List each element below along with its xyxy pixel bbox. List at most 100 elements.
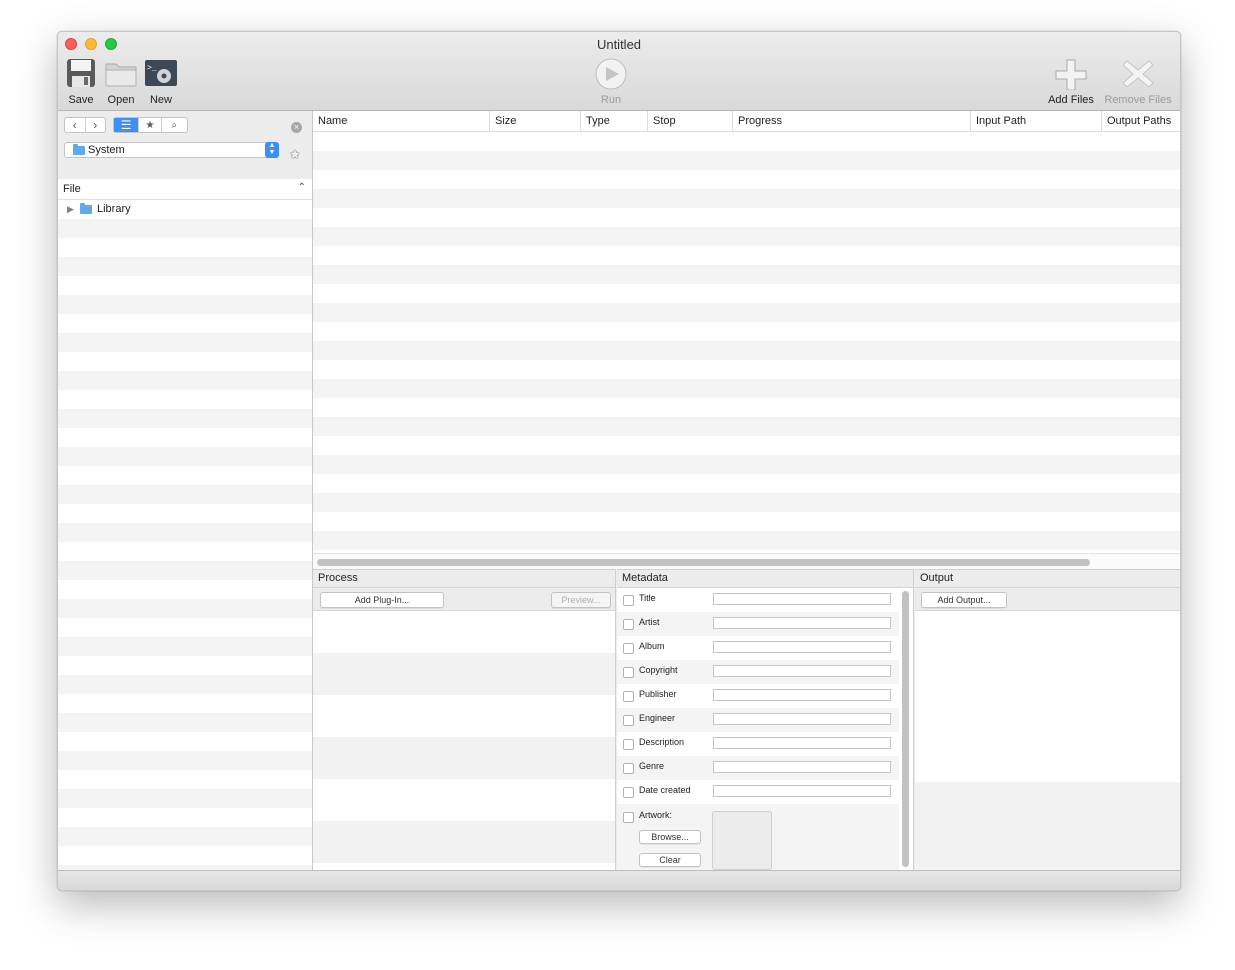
toolbar: Untitled Save Open >_ New Run Add Files … bbox=[58, 32, 1180, 111]
preview-button[interactable]: Preview... bbox=[551, 592, 611, 608]
plus-icon bbox=[1054, 58, 1088, 91]
title-field[interactable] bbox=[713, 593, 891, 605]
engineer-field[interactable] bbox=[713, 713, 891, 725]
publisher-label: Publisher bbox=[639, 689, 677, 699]
browse-button[interactable]: Browse... bbox=[639, 830, 701, 844]
column-header-size[interactable]: Size bbox=[490, 111, 581, 131]
column-header-name[interactable]: Name bbox=[313, 111, 490, 131]
remove-files-label: Remove Files bbox=[1104, 94, 1172, 106]
date-created-checkbox[interactable] bbox=[623, 787, 634, 798]
artist-label: Artist bbox=[639, 617, 660, 627]
new-button[interactable]: >_ New bbox=[144, 58, 178, 106]
add-output-button[interactable]: Add Output... bbox=[921, 592, 1007, 608]
artist-checkbox[interactable] bbox=[623, 619, 634, 630]
copyright-label: Copyright bbox=[639, 665, 678, 675]
metadata-pane: Metadata Title Artist Album Copyright Pu… bbox=[617, 569, 914, 871]
favorites-star-icon[interactable]: ★ bbox=[139, 118, 162, 132]
table-body bbox=[313, 132, 1180, 553]
new-label: New bbox=[149, 94, 172, 106]
run-button[interactable]: Run bbox=[594, 58, 628, 106]
save-button[interactable]: Save bbox=[64, 58, 98, 106]
description-checkbox[interactable] bbox=[623, 739, 634, 750]
file-column-header[interactable]: File ⌃ bbox=[58, 179, 312, 200]
metadata-row-description: Description bbox=[617, 732, 899, 756]
process-title: Process bbox=[313, 570, 615, 588]
metadata-row-album: Album bbox=[617, 636, 899, 660]
x-mark-icon bbox=[1121, 58, 1155, 90]
popup-arrows-icon: ▲ ▼ bbox=[265, 142, 279, 158]
metadata-vertical-scrollbar[interactable] bbox=[902, 591, 909, 867]
list-view-icon[interactable]: ☰ bbox=[114, 118, 140, 132]
metadata-row-engineer: Engineer bbox=[617, 708, 899, 732]
folder-icon bbox=[104, 58, 138, 90]
publisher-checkbox[interactable] bbox=[623, 691, 634, 702]
column-header-output-paths[interactable]: Output Paths bbox=[1102, 111, 1180, 131]
artwork-well[interactable] bbox=[712, 811, 772, 870]
clear-button[interactable]: Clear bbox=[639, 853, 701, 867]
disclosure-triangle-icon[interactable]: ▶ bbox=[67, 200, 74, 219]
history-segmented-control: ‹ › bbox=[64, 117, 106, 133]
engineer-label: Engineer bbox=[639, 713, 676, 723]
play-icon bbox=[594, 58, 628, 90]
metadata-row-title: Title bbox=[617, 588, 899, 612]
view-mode-segmented-control: ☰ ★ ⌕ bbox=[113, 117, 188, 133]
list-item-label: Library bbox=[97, 203, 131, 215]
album-field[interactable] bbox=[713, 641, 891, 653]
genre-checkbox[interactable] bbox=[623, 763, 634, 774]
output-list-lower bbox=[915, 782, 1180, 871]
list-item[interactable]: ▶ Library bbox=[58, 200, 312, 219]
folder-icon bbox=[80, 203, 92, 214]
add-plugin-button[interactable]: Add Plug-In... bbox=[320, 592, 444, 608]
scrollbar-knob[interactable] bbox=[317, 559, 1090, 566]
browser-toolbar: ‹ › ☰ ★ ⌕ × System ▲ ▼ ✩ bbox=[58, 111, 312, 180]
output-list bbox=[915, 611, 1180, 871]
forward-chevron-icon[interactable]: › bbox=[86, 118, 106, 132]
browser-list: ▶ Library bbox=[58, 200, 312, 870]
date-created-label: Date created bbox=[639, 785, 691, 795]
copyright-field[interactable] bbox=[713, 665, 891, 677]
description-field[interactable] bbox=[713, 737, 891, 749]
add-favorite-star-icon[interactable]: ✩ bbox=[289, 146, 301, 163]
horizontal-scrollbar[interactable] bbox=[313, 553, 1180, 570]
remove-files-button[interactable]: Remove Files bbox=[1102, 58, 1174, 106]
process-pane: Process Add Plug-In... Preview... bbox=[313, 569, 616, 871]
open-label: Open bbox=[107, 94, 135, 106]
metadata-form: Title Artist Album Copyright Publisher E… bbox=[617, 588, 899, 871]
file-table: Name Size Type Stop Progress Input Path … bbox=[313, 111, 1180, 570]
copyright-checkbox[interactable] bbox=[623, 667, 634, 678]
file-column-label: File bbox=[63, 183, 81, 195]
location-popup[interactable]: System ▲ ▼ bbox=[64, 142, 279, 158]
output-title: Output bbox=[915, 570, 1180, 588]
title-label: Title bbox=[639, 593, 656, 603]
album-checkbox[interactable] bbox=[623, 643, 634, 654]
file-browser: ‹ › ☰ ★ ⌕ × System ▲ ▼ ✩ File ⌃ ▶ Librar… bbox=[58, 111, 313, 870]
open-button[interactable]: Open bbox=[104, 58, 138, 106]
engineer-checkbox[interactable] bbox=[623, 715, 634, 726]
search-icon[interactable]: ⌕ bbox=[162, 118, 187, 132]
column-header-stop[interactable]: Stop bbox=[648, 111, 733, 131]
metadata-row-artist: Artist bbox=[617, 612, 899, 636]
table-header: Name Size Type Stop Progress Input Path … bbox=[313, 111, 1180, 132]
location-value: System bbox=[88, 144, 125, 156]
metadata-row-copyright: Copyright bbox=[617, 660, 899, 684]
column-header-input-path[interactable]: Input Path bbox=[971, 111, 1102, 131]
column-header-progress[interactable]: Progress bbox=[733, 111, 971, 131]
clear-circle-icon[interactable]: × bbox=[291, 122, 302, 133]
publisher-field[interactable] bbox=[713, 689, 891, 701]
metadata-row-date-created: Date created bbox=[617, 780, 899, 804]
app-window: Untitled Save Open >_ New Run Add Files … bbox=[57, 31, 1181, 891]
description-label: Description bbox=[639, 737, 685, 747]
date-created-field[interactable] bbox=[713, 785, 891, 797]
artist-field[interactable] bbox=[713, 617, 891, 629]
floppy-disk-icon bbox=[64, 58, 98, 90]
folder-icon bbox=[73, 144, 85, 155]
add-files-label: Add Files bbox=[1048, 94, 1094, 106]
metadata-row-publisher: Publisher bbox=[617, 684, 899, 708]
genre-field[interactable] bbox=[713, 761, 891, 773]
title-checkbox[interactable] bbox=[623, 595, 634, 606]
back-chevron-icon[interactable]: ‹ bbox=[65, 118, 86, 132]
metadata-row-genre: Genre bbox=[617, 756, 899, 780]
artwork-checkbox[interactable] bbox=[623, 812, 634, 823]
column-header-type[interactable]: Type bbox=[581, 111, 648, 131]
add-files-button[interactable]: Add Files bbox=[1044, 58, 1098, 106]
